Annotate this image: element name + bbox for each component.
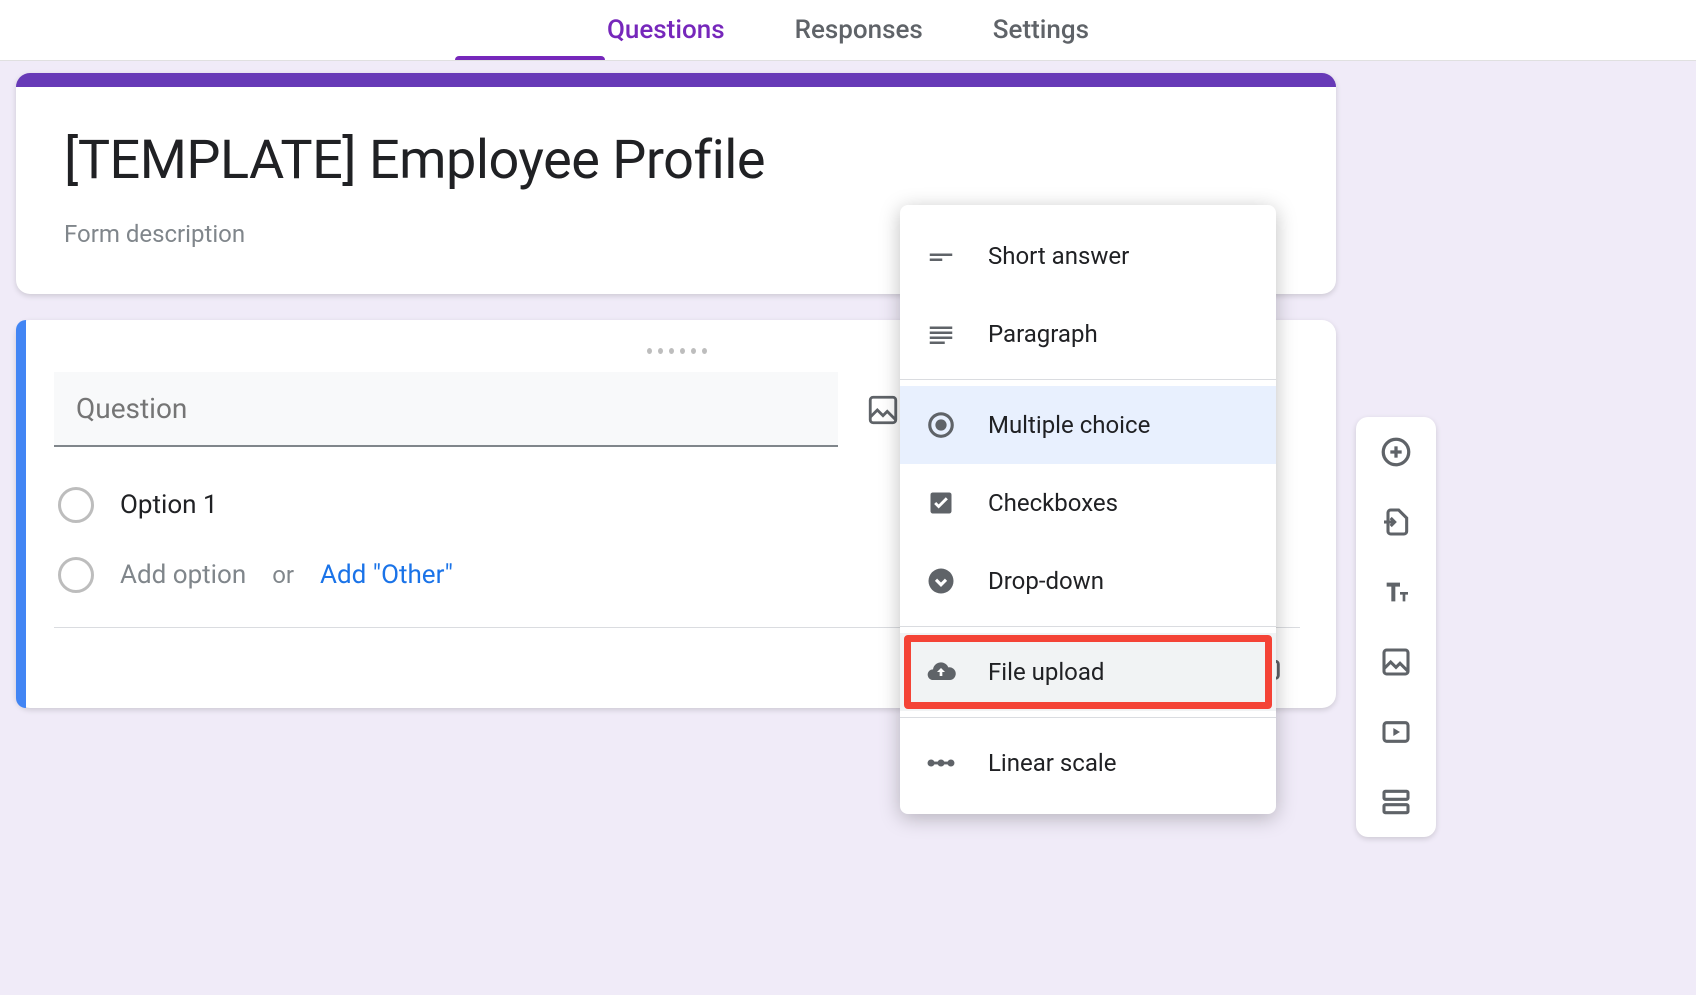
qtype-short-answer-label: Short answer xyxy=(988,242,1129,270)
radio-icon xyxy=(58,487,94,523)
menu-separator xyxy=(900,717,1276,718)
qtype-checkboxes[interactable]: Checkboxes xyxy=(900,464,1276,542)
checkboxes-icon xyxy=(924,486,958,520)
radio-icon xyxy=(58,557,94,593)
tab-settings[interactable]: Settings xyxy=(993,0,1089,60)
or-word: or xyxy=(272,561,294,589)
active-tab-underline xyxy=(455,56,605,60)
qtype-paragraph-label: Paragraph xyxy=(988,320,1098,348)
floating-toolbar xyxy=(1356,417,1436,837)
add-question-button[interactable] xyxy=(1375,431,1417,473)
question-type-menu: Short answer Paragraph Multiple choice C… xyxy=(900,205,1276,814)
qtype-file-upload-label: File upload xyxy=(988,658,1104,686)
add-image-button[interactable] xyxy=(1375,641,1417,683)
add-image-to-question-icon[interactable] xyxy=(864,391,902,429)
qtype-linear-scale-label: Linear scale xyxy=(988,749,1116,777)
qtype-dropdown[interactable]: Drop-down xyxy=(900,542,1276,620)
qtype-checkboxes-label: Checkboxes xyxy=(988,489,1118,517)
multiple-choice-icon xyxy=(924,408,958,442)
top-tab-bar: Questions Responses Settings xyxy=(0,0,1696,61)
qtype-short-answer[interactable]: Short answer xyxy=(900,217,1276,295)
tab-responses[interactable]: Responses xyxy=(795,0,923,60)
add-other-link[interactable]: Add "Other" xyxy=(320,560,453,590)
qtype-multiple-choice[interactable]: Multiple choice xyxy=(900,386,1276,464)
menu-separator xyxy=(900,379,1276,380)
form-title[interactable]: [TEMPLATE] Employee Profile xyxy=(64,129,1288,192)
add-section-button[interactable] xyxy=(1375,781,1417,823)
short-answer-icon xyxy=(924,239,958,273)
import-questions-button[interactable] xyxy=(1375,501,1417,543)
question-title-input[interactable] xyxy=(54,372,838,447)
qtype-dropdown-label: Drop-down xyxy=(988,567,1104,595)
qtype-linear-scale[interactable]: Linear scale xyxy=(900,724,1276,802)
option-1-label[interactable]: Option 1 xyxy=(120,490,218,520)
paragraph-icon xyxy=(924,317,958,351)
form-canvas: [TEMPLATE] Employee Profile Form descrip… xyxy=(0,61,1696,995)
qtype-paragraph[interactable]: Paragraph xyxy=(900,295,1276,373)
menu-separator xyxy=(900,626,1276,627)
qtype-multiple-choice-label: Multiple choice xyxy=(988,411,1150,439)
add-option-label[interactable]: Add option xyxy=(120,560,246,590)
linear-scale-icon xyxy=(924,746,958,780)
tab-questions[interactable]: Questions xyxy=(607,0,725,60)
drag-handle-icon[interactable] xyxy=(647,340,707,362)
dropdown-icon xyxy=(924,564,958,598)
add-title-button[interactable] xyxy=(1375,571,1417,613)
qtype-file-upload[interactable]: File upload xyxy=(900,633,1276,711)
add-video-button[interactable] xyxy=(1375,711,1417,753)
file-upload-icon xyxy=(924,655,958,689)
